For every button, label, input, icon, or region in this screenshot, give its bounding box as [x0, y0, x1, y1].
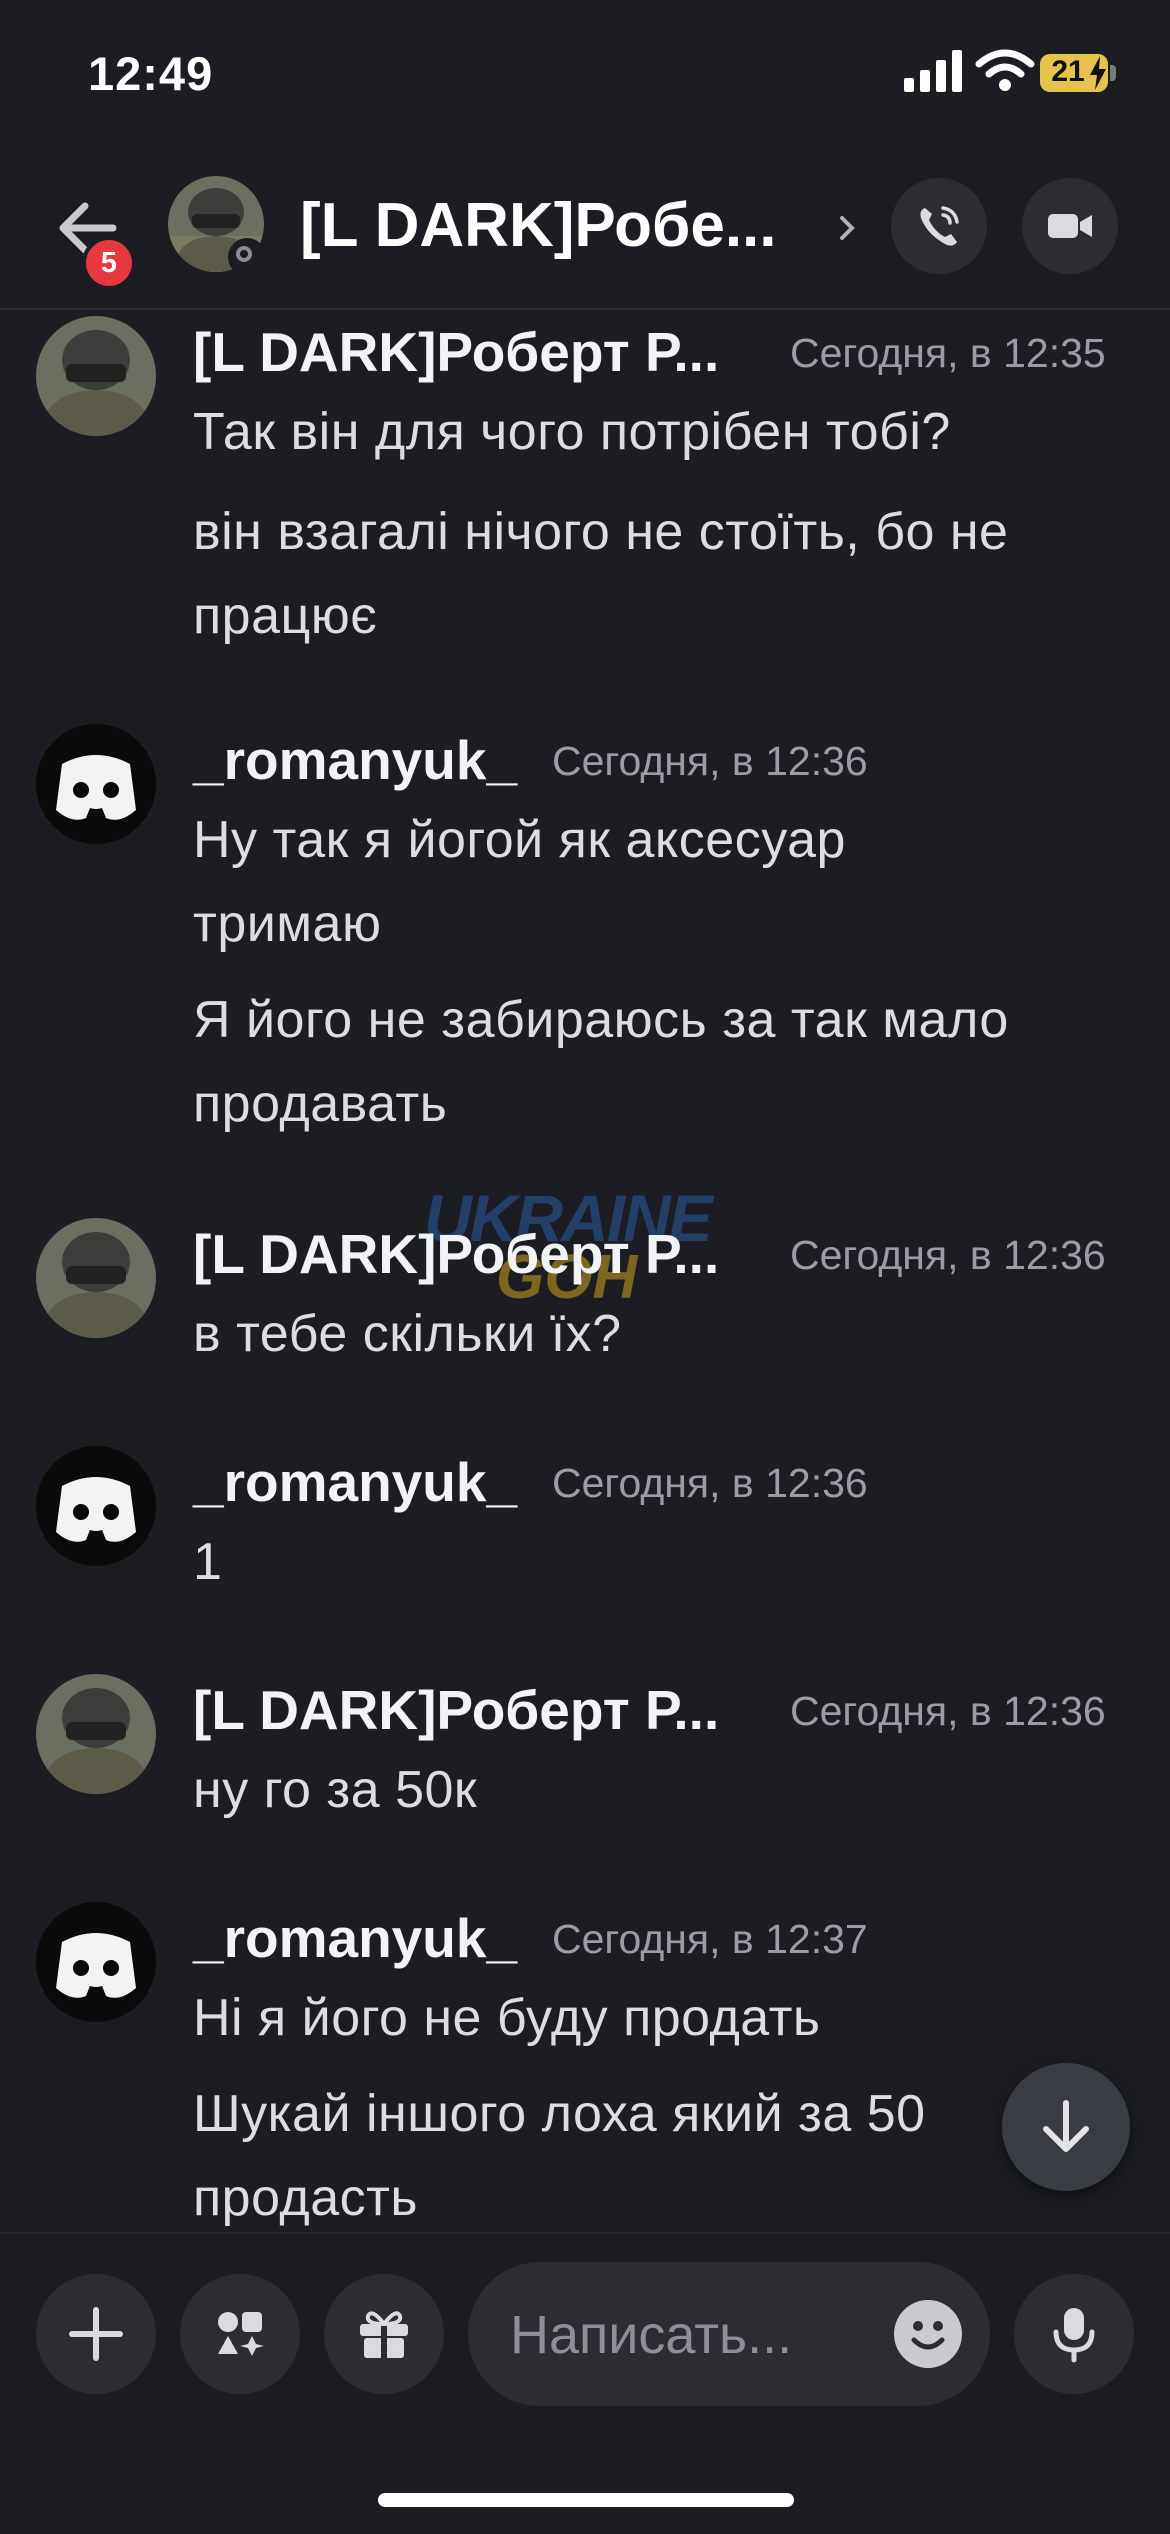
message-author[interactable]: _romanyuk_ — [193, 1906, 517, 1970]
message-text: Я його не забираюсь за так мало — [193, 991, 1009, 1049]
message-timestamp: Сегодня, в 12:37 — [552, 1916, 868, 1962]
apps-icon — [218, 2312, 264, 2356]
message-text: продавать — [193, 1075, 448, 1133]
voice-call-button[interactable] — [891, 178, 987, 274]
message-text: Шукай іншого лоха який за 50 — [193, 2085, 926, 2143]
message-text: він взагалі нічого не стоїть, бо не — [193, 503, 1009, 561]
battery-nub — [1110, 65, 1116, 81]
wifi-icon — [975, 49, 1035, 91]
message-text: 1 — [193, 1533, 223, 1591]
message-author[interactable]: [L DARK]Роберт Р... — [193, 1678, 719, 1742]
phone-icon — [920, 206, 959, 246]
add-attachment-button[interactable] — [36, 2274, 156, 2394]
message-author[interactable]: [L DARK]Роберт Р... — [193, 1222, 719, 1286]
microphone-icon — [1053, 2308, 1095, 2363]
apps-button[interactable] — [180, 2274, 300, 2394]
message-timestamp: Сегодня, в 12:36 — [552, 738, 868, 784]
arrow-down-icon — [1043, 2100, 1089, 2152]
chevron-right-icon[interactable] — [836, 210, 858, 246]
message-text: тримаю — [193, 895, 382, 953]
message-timestamp: Сегодня, в 12:36 — [790, 1232, 1106, 1278]
message-text: Ні я його не буду продать — [193, 1989, 821, 2047]
unread-badge: 5 — [82, 236, 136, 290]
message-input-placeholder: Написать... — [510, 2305, 793, 2365]
message-author[interactable]: _romanyuk_ — [193, 728, 517, 792]
gift-button[interactable] — [324, 2274, 444, 2394]
message-timestamp: Сегодня, в 12:36 — [790, 1688, 1106, 1734]
cellular-signal-icon — [904, 50, 962, 92]
message-input[interactable]: Написать... — [468, 2262, 990, 2406]
avatar-discord[interactable] — [36, 1902, 156, 2022]
avatar-soldier[interactable] — [36, 1674, 156, 1794]
message-text: в тебе скільки їх? — [193, 1305, 622, 1363]
message-text: продасть — [193, 2169, 419, 2227]
video-call-button[interactable] — [1022, 178, 1118, 274]
message-text: Ну так я йогой як аксесуар — [193, 811, 846, 869]
emoji-icon[interactable] — [894, 2300, 962, 2368]
status-time: 12:49 — [88, 47, 214, 100]
charging-bolt-icon — [1090, 56, 1106, 90]
message-timestamp: Сегодня, в 12:36 — [552, 1460, 868, 1506]
message-text: ну го за 50к — [193, 1761, 478, 1819]
avatar-soldier[interactable] — [36, 1218, 156, 1338]
voice-message-button[interactable] — [1014, 2274, 1134, 2394]
message-author[interactable]: _romanyuk_ — [193, 1450, 517, 1514]
message-author[interactable]: [L DARK]Роберт Р... — [193, 320, 719, 384]
chat-title[interactable]: [L DARK]Робе... — [300, 190, 777, 261]
plus-icon — [69, 2307, 123, 2361]
status-indicator — [228, 238, 266, 276]
message-text: працює — [193, 587, 378, 645]
chat-header: 5 [L DARK]Робе... — [0, 150, 1170, 310]
avatar-discord[interactable] — [36, 724, 156, 844]
avatar-discord[interactable] — [36, 1446, 156, 1566]
video-camera-icon — [1048, 214, 1092, 238]
home-indicator — [378, 2493, 794, 2507]
gift-icon — [360, 2311, 408, 2358]
message-timestamp: Сегодня, в 12:35 — [790, 330, 1106, 376]
scroll-to-bottom-button[interactable] — [1002, 2063, 1130, 2191]
status-bar: 12:49 21 — [0, 0, 1170, 150]
message-composer: Написать... — [0, 2232, 1170, 2534]
message-text: Так він для чого потрібен тобі? — [193, 403, 951, 461]
avatar-soldier[interactable] — [36, 316, 156, 436]
